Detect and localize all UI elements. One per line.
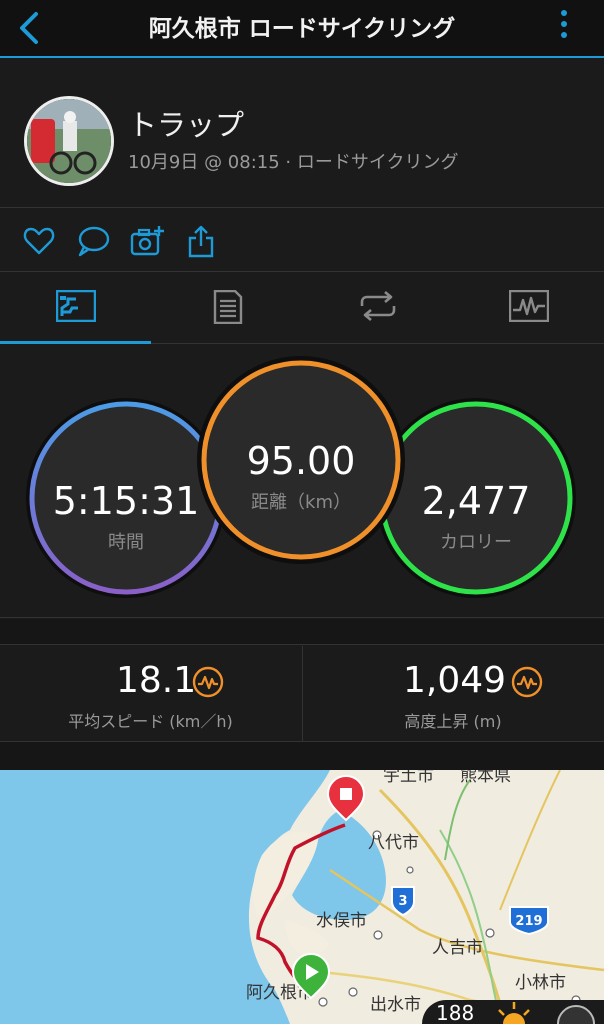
document-list-icon <box>213 290 243 324</box>
map-label: 水俣市 <box>316 911 367 931</box>
weather-temp: 188 <box>436 1001 475 1024</box>
activity-header: トラップ 10月9日 @ 08:15 · ロードサイクリング <box>0 60 604 208</box>
tab-laps[interactable] <box>302 272 453 344</box>
map-label: 人吉市 <box>432 938 483 958</box>
distance-stat-ring: 95.00 距離（km） <box>197 356 405 564</box>
elevation-metric[interactable]: 1,049 高度上昇 (m) <box>302 646 603 742</box>
more-options-icon[interactable] <box>560 6 568 46</box>
time-label: 時間 <box>108 532 144 553</box>
avg-speed-label: 平均スピード (km／h) <box>68 712 233 731</box>
tab-summary[interactable] <box>0 272 151 344</box>
stats-panel: 5:15:31 時間 2,477 カロリー 95.00 距離（km） <box>0 344 604 618</box>
svg-text:219: 219 <box>515 914 542 929</box>
trend-badge-icon <box>192 666 224 698</box>
avg-speed-value: 18.1 <box>116 660 197 701</box>
page-title: 阿久根市 ロードサイクリング <box>148 16 456 42</box>
tab-graphs[interactable] <box>453 272 604 344</box>
compass-icon[interactable] <box>556 1002 596 1024</box>
map-label: 宇土市 <box>383 770 434 786</box>
avg-speed-metric[interactable]: 18.1 平均スピード (km／h) <box>0 646 301 742</box>
tab-bar <box>0 272 604 344</box>
map-label: 熊本県 <box>460 770 511 786</box>
route-219-badge: 219 <box>509 906 549 936</box>
trend-badge-icon <box>511 666 543 698</box>
svg-text:3: 3 <box>398 894 407 909</box>
end-marker-icon[interactable] <box>326 774 366 822</box>
section-divider <box>0 619 604 645</box>
metrics-row: 18.1 平均スピード (km／h) 1,049 高度上昇 (m) <box>0 646 604 742</box>
summary-chart-icon <box>56 290 96 322</box>
avatar[interactable] <box>24 96 114 186</box>
weather-badge[interactable]: 188 <box>422 1000 604 1024</box>
calories-value: 2,477 <box>422 479 531 523</box>
calories-stat-ring: 2,477 カロリー <box>376 398 576 598</box>
distance-value: 95.00 <box>247 439 356 483</box>
add-photo-icon[interactable] <box>130 224 164 258</box>
like-heart-icon[interactable] <box>22 224 56 258</box>
activity-meta: 10月9日 @ 08:15 · ロードサイクリング <box>128 152 459 173</box>
route-map[interactable]: 3 219 宇土市 熊本県 八代市 水俣市 人吉市 小林市 阿久根市 出水市 1… <box>0 770 604 1024</box>
tab-details[interactable] <box>151 272 302 344</box>
share-icon[interactable] <box>186 224 220 258</box>
map-label: 小林市 <box>515 973 566 993</box>
time-stat-ring: 5:15:31 時間 <box>26 398 226 598</box>
distance-label: 距離（km） <box>251 492 351 513</box>
section-divider <box>0 742 604 770</box>
map-label: 八代市 <box>368 833 419 853</box>
elevation-label: 高度上昇 (m) <box>404 712 502 731</box>
graph-waveform-icon <box>509 290 549 322</box>
calories-label: カロリー <box>440 532 512 553</box>
laps-loop-icon <box>360 291 396 321</box>
action-bar <box>0 208 604 272</box>
comment-bubble-icon[interactable] <box>76 224 110 258</box>
time-value: 5:15:31 <box>53 479 200 523</box>
activity-name[interactable]: トラップ <box>128 102 244 144</box>
back-chevron-icon[interactable] <box>12 8 44 48</box>
elevation-value: 1,049 <box>403 660 507 701</box>
top-bar: 阿久根市 ロードサイクリング <box>0 0 604 58</box>
route-3-badge: 3 <box>391 886 415 917</box>
map-label: 出水市 <box>370 995 421 1015</box>
sun-weather-icon <box>498 1002 530 1024</box>
